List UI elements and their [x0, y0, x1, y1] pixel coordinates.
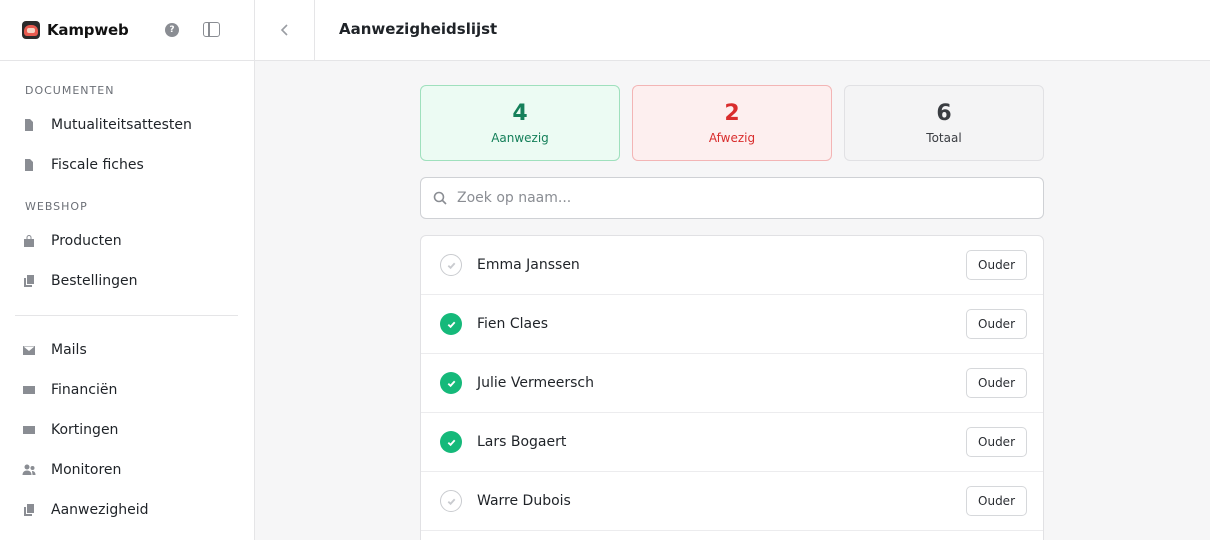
brand-logo-icon: [22, 21, 40, 39]
bag-icon: [22, 234, 36, 248]
list-item: Julie Vermeersch Ouder: [421, 354, 1043, 413]
check-icon: [447, 262, 455, 269]
attendee-name: Emma Janssen: [477, 257, 580, 273]
check-icon: [447, 380, 455, 387]
attendance-check[interactable]: [440, 313, 462, 335]
brand-name: Kampweb: [47, 21, 129, 39]
document-icon: [22, 118, 36, 132]
sidebar-item-label: Mutualiteitsattesten: [51, 117, 192, 133]
sidebar-item-aanwezigheid[interactable]: Aanwezigheid: [22, 498, 237, 522]
sidebar-divider: [15, 315, 238, 316]
parent-button[interactable]: Ouder: [966, 427, 1027, 457]
check-icon: [447, 321, 455, 328]
attendee-list: Emma Janssen Ouder Fien Claes Ouder Juli…: [420, 235, 1044, 540]
mail-icon: [22, 343, 36, 357]
sidebar-item-label: Fiscale fiches: [51, 157, 144, 173]
copy-icon: [22, 503, 36, 517]
brand-header: Kampweb ?: [0, 0, 254, 61]
sidebar-item-mails[interactable]: Mails: [22, 338, 237, 362]
stat-present-label: Aanwezig: [491, 131, 549, 145]
sidebar-item-kortingen[interactable]: Kortingen: [22, 418, 237, 442]
sidebar: Kampweb ? DOCUMENTEN Mutualiteitsatteste…: [0, 0, 255, 540]
list-item: Warre Dubois Ouder: [421, 472, 1043, 531]
list-item: Fien Claes Ouder: [421, 295, 1043, 354]
copy-icon: [22, 274, 36, 288]
sidebar-item-bestellingen[interactable]: Bestellingen: [22, 269, 237, 293]
sidebar-item-producten[interactable]: Producten: [22, 229, 237, 253]
attendee-name: Lars Bogaert: [477, 434, 567, 450]
back-button[interactable]: [255, 0, 315, 60]
sidebar-item-monitoren[interactable]: Monitoren: [22, 458, 237, 482]
attendee-name: Julie Vermeersch: [477, 375, 594, 391]
check-icon: [447, 498, 455, 505]
attendee-name: Fien Claes: [477, 316, 549, 332]
stat-absent-value: 2: [724, 101, 740, 126]
sidebar-item-mutualiteitsattesten[interactable]: Mutualiteitsattesten: [22, 113, 237, 137]
list-item: Emma Janssen Ouder: [421, 236, 1043, 295]
money-icon: [22, 383, 36, 397]
attendance-check[interactable]: [440, 254, 462, 276]
stat-total-label: Totaal: [926, 131, 962, 145]
search-box: [420, 177, 1044, 219]
document-icon: [22, 158, 36, 172]
sidebar-item-label: Monitoren: [51, 462, 122, 478]
attendance-check[interactable]: [440, 431, 462, 453]
sidebar-item-label: Bestellingen: [51, 273, 138, 289]
sidebar-item-label: Financiën: [51, 382, 118, 398]
toggle-sidebar-icon[interactable]: [203, 22, 220, 37]
stat-absent-label: Afwezig: [708, 131, 756, 145]
stat-total-card: 6 Totaal: [844, 85, 1044, 161]
section-label-documenten: DOCUMENTEN: [25, 84, 115, 97]
stat-present-card: 4 Aanwezig: [420, 85, 620, 161]
sidebar-item-label: Aanwezigheid: [51, 502, 149, 518]
list-item: Lars Bogaert Ouder: [421, 413, 1043, 472]
top-bar: Aanwezigheidslijst: [255, 0, 1210, 61]
search-input[interactable]: [457, 190, 1017, 206]
parent-button[interactable]: Ouder: [966, 250, 1027, 280]
check-icon: [447, 439, 455, 446]
stat-present-value: 4: [512, 101, 528, 126]
users-icon: [22, 463, 36, 477]
parent-button[interactable]: Ouder: [966, 368, 1027, 398]
attendance-check[interactable]: [440, 490, 462, 512]
section-label-webshop: WEBSHOP: [25, 200, 88, 213]
sidebar-item-label: Mails: [51, 342, 87, 358]
page-title: Aanwezigheidslijst: [339, 20, 498, 38]
parent-button[interactable]: Ouder: [966, 309, 1027, 339]
parent-button[interactable]: Ouder: [966, 486, 1027, 516]
sidebar-item-label: Kortingen: [51, 422, 119, 438]
money-icon: [22, 423, 36, 437]
sidebar-item-financien[interactable]: Financiën: [22, 378, 237, 402]
search-icon: [433, 191, 447, 205]
sidebar-item-fiscale-fiches[interactable]: Fiscale fiches: [22, 153, 237, 177]
chevron-left-icon: [280, 24, 288, 36]
attendance-check[interactable]: [440, 372, 462, 394]
stat-total-value: 6: [936, 101, 952, 126]
help-icon[interactable]: ?: [165, 23, 179, 37]
sidebar-item-label: Producten: [51, 233, 122, 249]
stat-absent-card: 2 Afwezig: [632, 85, 832, 161]
attendee-name: Warre Dubois: [477, 493, 571, 509]
